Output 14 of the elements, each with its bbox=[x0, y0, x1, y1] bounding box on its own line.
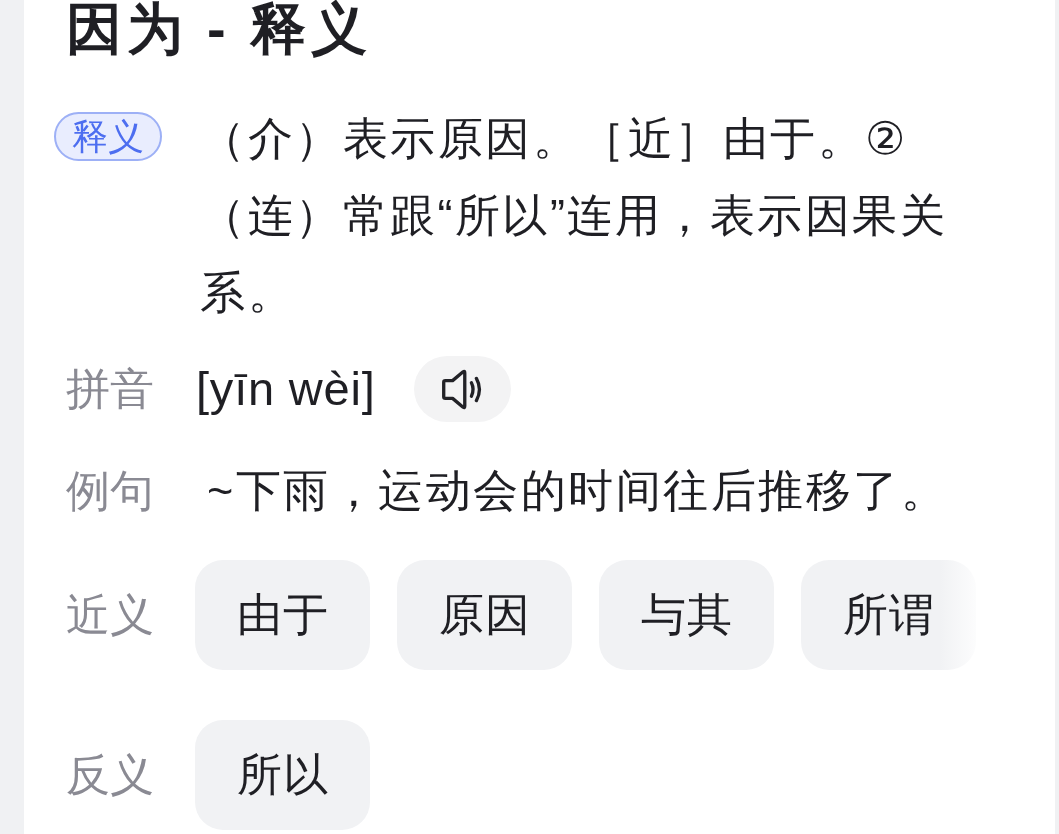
example-sentence: ~下雨，运动会的时间往后推移了。 bbox=[206, 464, 950, 518]
definition-text: （介）表示原因。［近］由于。②（连）常跟“所以”连用，表示因果关系。 bbox=[199, 112, 949, 320]
section-label: 拼音 bbox=[66, 363, 154, 415]
section-label: 例句 bbox=[66, 465, 154, 517]
word-chip[interactable]: 所以 bbox=[195, 720, 370, 830]
section-label: 反义 bbox=[66, 749, 154, 801]
section-badge: 释义 bbox=[54, 112, 162, 161]
speaker-icon bbox=[442, 368, 483, 410]
word-chip[interactable]: 所谓 bbox=[801, 560, 976, 670]
word-chip[interactable]: 由于 bbox=[195, 560, 370, 670]
word-chip[interactable]: 原因 bbox=[397, 560, 572, 670]
section-label: 近义 bbox=[66, 589, 154, 641]
word-chip[interactable]: 与其 bbox=[599, 560, 774, 670]
pinyin-text: [yīn wèi] bbox=[195, 361, 376, 417]
